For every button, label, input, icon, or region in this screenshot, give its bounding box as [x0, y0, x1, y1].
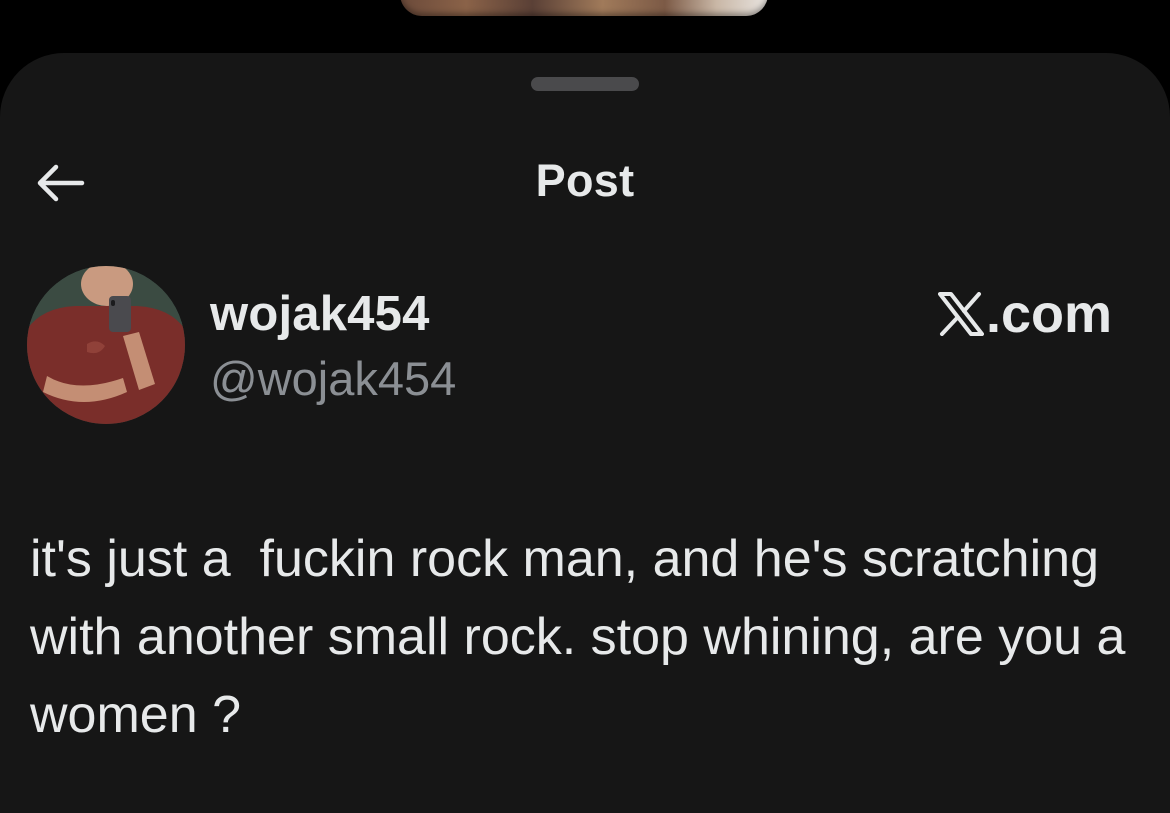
- page-title: Post: [535, 155, 635, 206]
- post-sheet: Post wojak454 @wojak454 .com it's just a…: [0, 53, 1170, 813]
- avatar[interactable]: [27, 266, 185, 424]
- user-handle[interactable]: @wojak454: [210, 351, 456, 406]
- display-name[interactable]: wojak454: [210, 286, 430, 342]
- source-label-text: .com: [985, 284, 1112, 344]
- x-logo-icon: [937, 287, 984, 336]
- sheet-grabber[interactable]: [531, 77, 639, 91]
- post-body-text: it's just a fuckin rock man, and he's sc…: [30, 530, 1140, 744]
- source-watermark: .com: [937, 283, 1112, 345]
- media-preview-fragment: [400, 0, 768, 16]
